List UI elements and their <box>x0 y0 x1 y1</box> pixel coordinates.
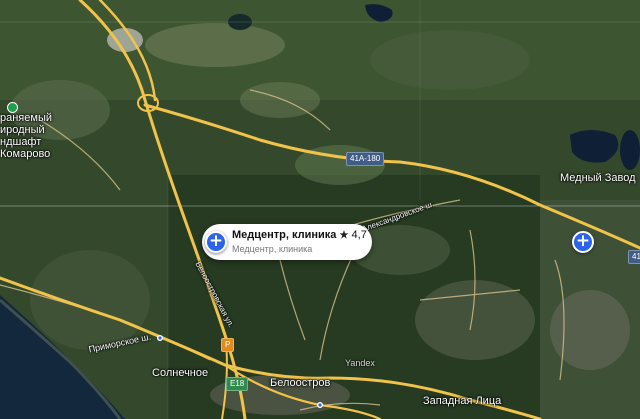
poi-subtitle: Медцентр, клиника <box>232 244 313 254</box>
park-label-line4[interactable]: Комарово <box>0 148 50 160</box>
poi-medical-pin[interactable]: + <box>205 231 227 253</box>
park-label-line2[interactable]: иродный <box>0 124 45 136</box>
map-view[interactable]: раняемый иродный ндшафт Комарово Медный … <box>0 0 640 419</box>
park-label-line1[interactable]: раняемый <box>0 112 52 124</box>
satellite-imagery <box>0 0 640 419</box>
park-label-line3[interactable]: ндшафт <box>0 136 41 148</box>
route-marker: P <box>221 338 235 352</box>
road-shield-41a180: 41А-180 <box>346 152 385 166</box>
place-label-beloostrov[interactable]: Белоостров <box>270 377 330 389</box>
yandex-watermark: Yandex <box>345 358 375 368</box>
place-label-zapadnaya-litsa[interactable]: Западная Лица <box>423 395 501 407</box>
medical-pin[interactable]: + <box>572 231 594 253</box>
road-shield-41a: 41А <box>628 250 640 264</box>
poi-rating: 4,7 <box>351 229 367 241</box>
poi-card-title-row[interactable]: Медцентр, клиника ★ 4,7 <box>232 229 367 241</box>
medical-plus-icon: + <box>208 231 224 251</box>
place-label-medny-zavod[interactable]: Медный Завод <box>560 172 636 184</box>
place-label-solnechnoe[interactable]: Солнечное <box>152 367 208 379</box>
star-icon: ★ <box>339 230 349 241</box>
medical-plus-icon: + <box>575 231 591 251</box>
poi-title[interactable]: Медцентр, клиника <box>232 229 336 241</box>
poi-card[interactable]: + Медцентр, клиника ★ 4,7 Медцентр, клин… <box>202 224 372 260</box>
road-shield-e18: E18 <box>226 377 249 391</box>
